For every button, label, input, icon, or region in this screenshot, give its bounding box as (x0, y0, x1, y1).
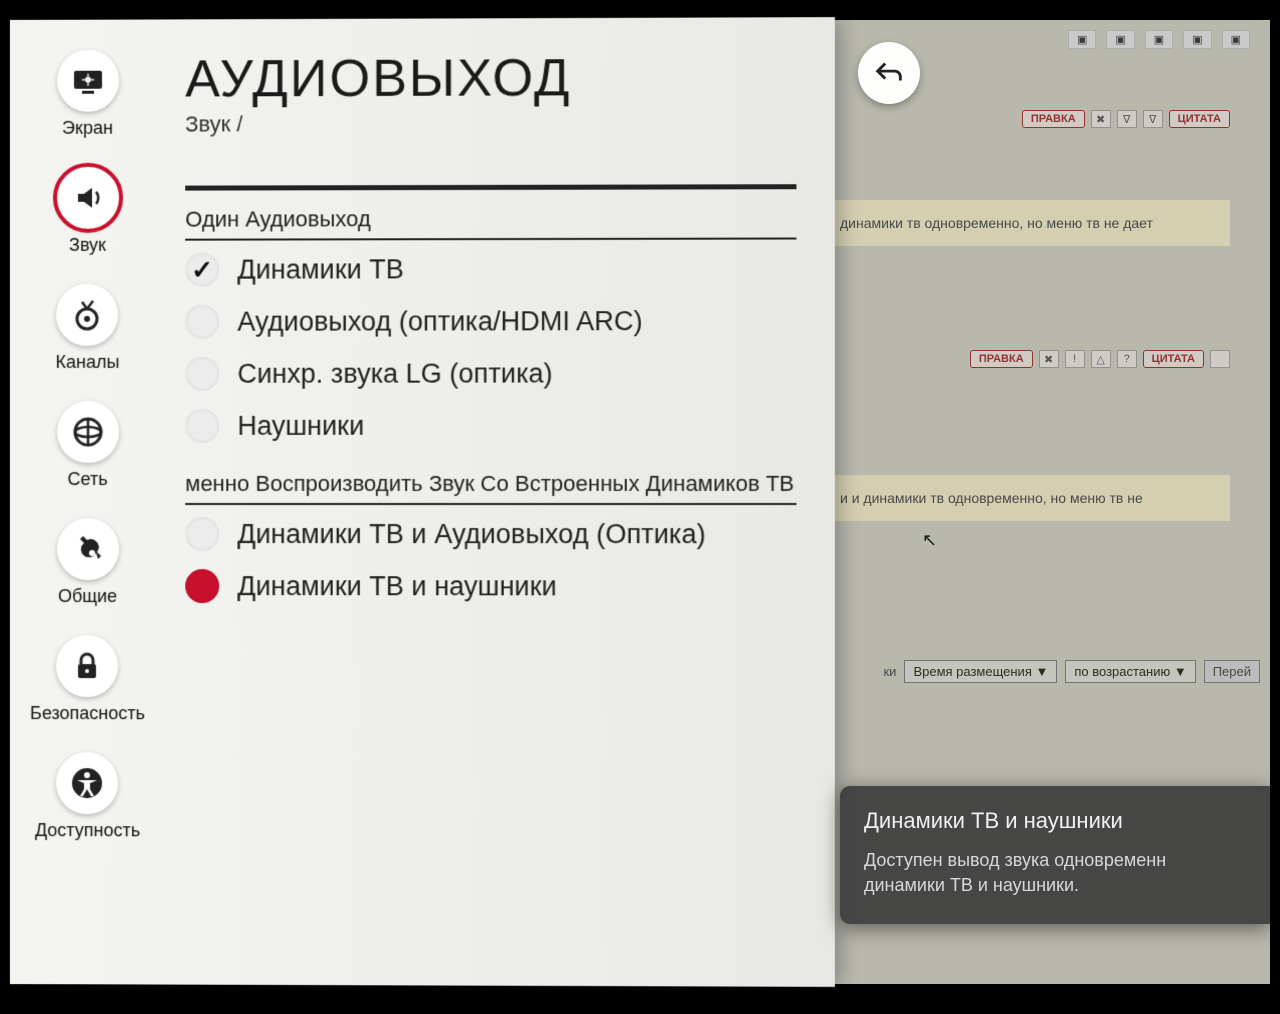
sidebar-item-label: Безопасность (30, 703, 145, 724)
sidebar-item-channels[interactable]: Каналы (56, 284, 120, 373)
sidebar-item-security[interactable]: Безопасность (30, 635, 145, 724)
sidebar-item-screen[interactable]: Экран (57, 50, 119, 139)
sidebar-item-general[interactable]: Общие (57, 518, 119, 607)
option-optical-hdmi-arc[interactable]: Аудиовыход (оптика/HDMI ARC) (185, 304, 796, 339)
sidebar-item-label: Доступность (35, 820, 140, 841)
radio-checked-icon (185, 253, 219, 287)
option-label: Динамики ТВ и Аудиовыход (Оптика) (237, 519, 705, 550)
tooltip-body: Доступен вывод звука одновременн динамик… (864, 848, 1246, 898)
option-tv-speakers[interactable]: Динамики ТВ (185, 252, 796, 287)
bg-tabbar: ▣▣▣▣▣ (1068, 30, 1250, 49)
divider (185, 184, 796, 190)
bg-quote-pill-2: ЦИТАТА (1143, 350, 1204, 368)
option-label: Наушники (237, 410, 364, 441)
help-tooltip: Динамики ТВ и наушники Доступен вывод зв… (840, 786, 1270, 924)
option-list-simultaneous: Динамики ТВ и Аудиовыход (Оптика) Динами… (185, 517, 796, 604)
sidebar-item-label: Сеть (67, 469, 107, 490)
radio-icon (185, 305, 219, 339)
bg-sort-row: ки Время размещения ▼ по возрастанию ▼ П… (883, 660, 1260, 683)
general-icon (57, 518, 119, 580)
bg-quote-pill: ЦИТАТА (1169, 110, 1230, 128)
option-label: Динамики ТВ и наушники (237, 571, 556, 602)
settings-overlay: Экран Звук Каналы Сеть (10, 17, 835, 987)
sidebar-item-sound[interactable]: Звук (57, 167, 119, 256)
bg-go-button: Перей (1204, 660, 1260, 683)
group-header-simultaneous: менно Воспроизводить Звук Со Встроенных … (185, 471, 796, 505)
bg-edit-pill-2: ПРАВКА (970, 350, 1033, 368)
option-tv-and-optical[interactable]: Динамики ТВ и Аудиовыход (Оптика) (185, 517, 796, 551)
back-button[interactable] (858, 42, 920, 104)
radio-icon (185, 517, 219, 551)
group-header-single: Один Аудиовыход (185, 205, 796, 240)
sound-icon (57, 167, 119, 229)
bg-select-time: Время размещения ▼ (904, 660, 1057, 683)
settings-main-panel: АУДИОВЫХОД Звук / Один Аудиовыход Динами… (165, 17, 835, 987)
option-tv-and-headphones[interactable]: Динамики ТВ и наушники (185, 569, 796, 603)
screen-icon (57, 50, 119, 112)
mouse-cursor: ↖ (922, 530, 937, 551)
accessibility-icon (56, 752, 118, 814)
option-headphones[interactable]: Наушники (185, 408, 796, 442)
breadcrumb: Звук / (185, 110, 796, 138)
bg-edit-pill: ПРАВКА (1022, 110, 1085, 128)
bg-select-order: по возрастанию ▼ (1065, 660, 1195, 683)
page-title: АУДИОВЫХОД (185, 47, 796, 109)
tooltip-title: Динамики ТВ и наушники (864, 808, 1246, 834)
option-lg-sound-sync[interactable]: Синхр. звука LG (оптика) (185, 356, 796, 391)
sidebar-item-network[interactable]: Сеть (57, 401, 119, 490)
radio-icon (185, 357, 219, 391)
option-list-single: Динамики ТВ Аудиовыход (оптика/HDMI ARC)… (185, 252, 796, 443)
back-arrow-icon (872, 56, 906, 90)
bg-quote-text-1: динамики тв одновременно, но меню тв не … (830, 200, 1230, 246)
option-label: Динамики ТВ (237, 254, 404, 285)
sidebar-item-label: Общие (58, 586, 117, 607)
radio-selected-icon (185, 569, 219, 603)
sidebar-item-label: Каналы (56, 352, 120, 373)
option-label: Аудиовыход (оптика/HDMI ARC) (237, 306, 642, 338)
option-label: Синхр. звука LG (оптика) (237, 358, 552, 389)
radio-icon (185, 409, 219, 443)
sidebar-item-label: Экран (62, 118, 113, 139)
sidebar-item-label: Звук (69, 235, 106, 256)
settings-sidebar: Экран Звук Каналы Сеть (10, 19, 165, 984)
channels-icon (56, 284, 118, 346)
sidebar-item-accessibility[interactable]: Доступность (35, 752, 140, 841)
bg-action-row-2: ПРАВКА ✖!△? ЦИТАТА (970, 350, 1230, 368)
bg-action-row-1: ПРАВКА ✖∇∇ ЦИТАТА (1022, 110, 1230, 128)
lock-icon (56, 635, 118, 697)
bg-quote-text-2: и и динамики тв одновременно, но меню тв… (830, 475, 1230, 521)
network-icon (57, 401, 119, 463)
